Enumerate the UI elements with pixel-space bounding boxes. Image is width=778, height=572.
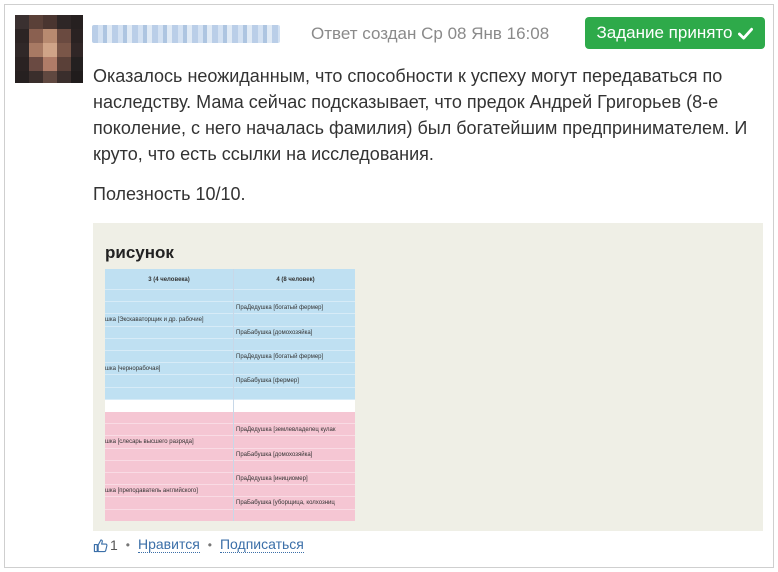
table-cell-generation-3	[105, 424, 233, 436]
table-cell-generation-4: ПраБабушка [уборщица, колхозниц	[236, 500, 335, 507]
table-header-row: 3 (4 человека) 4 (8 человек)	[105, 269, 355, 290]
table-row: шка [слесарь высшего разряда]	[105, 436, 355, 449]
table-cell-generation-4: ПраДедушка [богатый фермер]	[236, 354, 324, 361]
table-cell-generation-4	[234, 412, 355, 424]
attached-figure: рисунок 3 (4 человека) 4 (8 человек) Пра…	[93, 223, 763, 531]
table-row: ПраДедушка [землевладелец кулак	[105, 424, 355, 437]
table-cell-generation-4	[234, 363, 355, 375]
table-cell-generation-4	[234, 436, 355, 448]
table-cell-generation-3	[105, 449, 233, 461]
table-cell-generation-4	[234, 461, 355, 473]
table-row: ПраДедушка [богатый фермер]	[105, 302, 355, 315]
table-row	[105, 412, 355, 425]
table-cell-generation-4	[234, 485, 355, 497]
footer-separator: •	[207, 538, 212, 552]
table-row	[105, 290, 355, 303]
table-cell-generation-3	[105, 290, 233, 302]
table-row	[105, 460, 355, 473]
table-row: шка [преподаватель английского]	[105, 485, 355, 498]
table-cell-generation-3	[105, 461, 233, 473]
table-cell-generation-4: ПраБабушка [домохозяйка]	[236, 329, 313, 336]
table-row: ПраБабушка [уборщица, колхозниц	[105, 497, 355, 510]
table-cell-generation-3	[105, 400, 233, 412]
table-cell-generation-4: ПраДедушка [богатый фермер]	[236, 305, 324, 312]
table-header-generation-3: 3 (4 человека)	[148, 276, 190, 283]
table-row	[105, 399, 355, 412]
table-cell-generation-4	[234, 290, 355, 302]
table-row: ПраДедушка [инициомер]	[105, 473, 355, 486]
table-cell-generation-3	[105, 497, 233, 509]
thumbs-up-icon[interactable]	[93, 538, 108, 553]
table-column-divider	[233, 269, 234, 521]
task-accepted-button[interactable]: Задание принято	[585, 17, 765, 49]
answer-body: Оказалось неожиданным, что способности к…	[93, 63, 753, 207]
table-cell-generation-3	[105, 510, 233, 521]
table-cell-generation-4	[234, 339, 355, 351]
task-accepted-label: Задание принято	[596, 23, 733, 42]
table-cell-generation-4: ПраБабушка [домохозяйка]	[236, 451, 313, 458]
table-row: ПраДедушка [богатый фермер]	[105, 351, 355, 364]
answer-card: Ответ создан Ср 08 Янв 16:08 Задание при…	[4, 4, 774, 568]
username-blurred[interactable]	[92, 25, 280, 43]
answer-timestamp: Ответ создан Ср 08 Янв 16:08	[311, 24, 550, 43]
table-cell-generation-3: шка [чернорабочая]	[105, 366, 161, 373]
table-cell-generation-3	[105, 339, 233, 351]
table-cell-generation-4: ПраДедушка [инициомер]	[236, 476, 308, 483]
table-row: шка [Экскаваторщик и др. рабочие]	[105, 314, 355, 327]
family-table-image[interactable]: 3 (4 человека) 4 (8 человек) ПраДедушка …	[105, 269, 355, 521]
table-cell-generation-3: шка [Экскаваторщик и др. рабочие]	[105, 317, 204, 324]
table-cell-generation-3: шка [преподаватель английского]	[105, 488, 198, 495]
avatar[interactable]	[15, 15, 83, 83]
table-cell-generation-4: ПраДедушка [землевладелец кулак	[236, 427, 336, 434]
table-row: ПраБабушка [фермер]	[105, 375, 355, 388]
table-row: шка [чернорабочая]	[105, 363, 355, 376]
like-count: 1	[110, 537, 118, 553]
table-cell-generation-3	[105, 302, 233, 314]
figure-title: рисунок	[105, 243, 174, 262]
like-link[interactable]: Нравится	[138, 537, 200, 553]
table-cell-generation-4: ПраБабушка [фермер]	[236, 378, 299, 385]
table-cell-generation-4	[234, 510, 355, 521]
table-cell-generation-3	[105, 351, 233, 363]
table-cell-generation-4	[234, 400, 355, 412]
table-cell-generation-3	[105, 412, 233, 424]
footer-separator: •	[125, 538, 130, 552]
table-cell-generation-3	[105, 327, 233, 339]
subscribe-link[interactable]: Подписаться	[219, 537, 304, 553]
table-row: ПраБабушка [домохозяйка]	[105, 448, 355, 461]
usefulness-rating: Полезность 10/10.	[93, 184, 246, 204]
answer-footer: 1 • Нравится • Подписаться	[93, 537, 304, 553]
table-row	[105, 387, 355, 400]
table-header-generation-4: 4 (8 человек)	[276, 276, 315, 283]
table-row	[105, 509, 355, 521]
table-cell-generation-4	[234, 388, 355, 400]
table-cell-generation-4	[234, 314, 355, 326]
table-cell-generation-3	[105, 375, 233, 387]
table-cell-generation-3	[105, 473, 233, 485]
table-cell-generation-3	[105, 388, 233, 400]
table-row	[105, 338, 355, 351]
answer-paragraph: Оказалось неожиданным, что способности к…	[93, 66, 748, 164]
table-cell-generation-3: шка [слесарь высшего разряда]	[105, 439, 194, 446]
table-row: ПраБабушка [домохозяйка]	[105, 326, 355, 339]
checkmark-icon	[738, 27, 754, 40]
